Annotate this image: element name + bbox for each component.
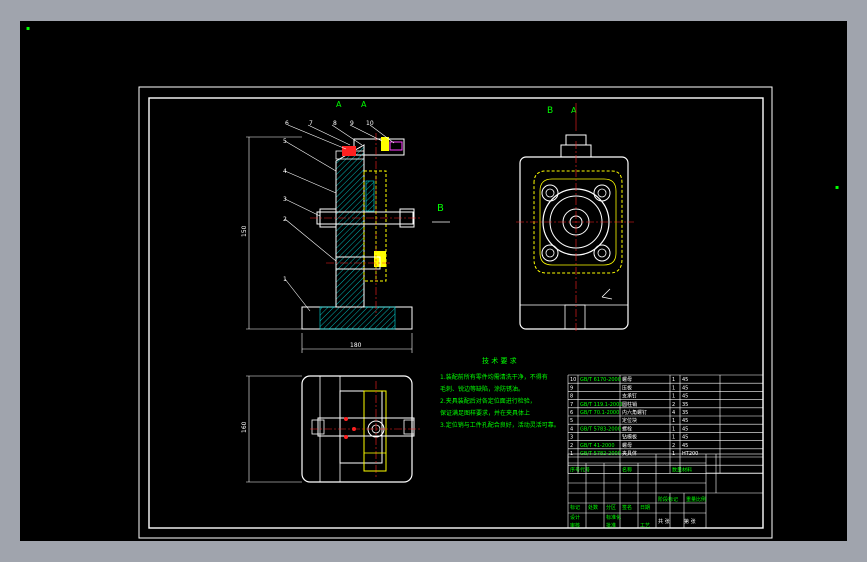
tb-design: 设计 xyxy=(570,514,580,521)
part-number-1: 1 xyxy=(283,276,287,283)
section-a-label-2: A xyxy=(361,100,367,109)
bom-cell: 45 xyxy=(682,426,688,432)
bom-cell: 3 xyxy=(570,435,573,441)
bom-cell: 45 xyxy=(682,435,688,441)
top-view: 160 xyxy=(241,375,420,483)
bom-cell: 1 xyxy=(672,418,675,424)
bom-cell: 1 xyxy=(672,435,675,441)
bom-cell: 2 xyxy=(672,402,675,408)
bom-cell: 45 xyxy=(682,418,688,424)
ucs-marker-right: ▪ xyxy=(835,184,839,191)
bom-cell: 圆柱销 xyxy=(622,401,637,408)
part-number-5: 5 xyxy=(283,138,287,145)
bom-cell: 1 xyxy=(672,385,675,391)
bom-cell: 35 xyxy=(682,402,688,408)
tb-mark: 标记 xyxy=(570,504,580,511)
bom-cell: 2 xyxy=(570,443,573,449)
tb-check: 审核 xyxy=(570,522,580,529)
section-a-label: A xyxy=(336,100,342,109)
bom-header-cell: 序号 xyxy=(570,466,580,473)
bom-cell: 螺栓 xyxy=(622,425,632,432)
bom-cell: 45 xyxy=(682,443,688,449)
cad-drawing-canvas[interactable]: ▪ ▪ A A 6 7 8 9 10 5 4 3 2 1 150 180 B B… xyxy=(20,21,847,541)
bom-cell: GB/T 6170-2000 xyxy=(580,377,621,383)
bom-cell: 螺母 xyxy=(622,442,632,449)
bom-cell: 支承钉 xyxy=(622,393,637,400)
bom-cell: 1 xyxy=(672,426,675,432)
dimension-width: 180 xyxy=(350,342,362,349)
part-number-3: 3 xyxy=(283,196,287,203)
bom-cell: 2 xyxy=(672,443,675,449)
tb-count: 处数 xyxy=(588,504,598,511)
bom-header-cell: 名称 xyxy=(622,466,632,473)
bom-cell: 45 xyxy=(682,394,688,400)
bom-cell: 4 xyxy=(570,426,573,432)
bom-cell: GB/T 5783-2000 xyxy=(580,426,621,432)
part-number-4: 4 xyxy=(283,168,287,175)
bom-cell: 内六角螺钉 xyxy=(622,409,647,416)
bom-cell: 6 xyxy=(570,410,573,416)
bom-header-cell: 代号 xyxy=(580,466,590,473)
bom-cell: 45 xyxy=(682,385,688,391)
bom-cell: 1 xyxy=(672,377,675,383)
bom-cell: 钻模板 xyxy=(622,434,637,441)
part-number-8: 8 xyxy=(333,120,337,127)
part-number-2: 2 xyxy=(283,216,287,223)
dimension-depth: 160 xyxy=(241,421,248,433)
notes-line-4: 保证满足图样要求，并在夹具体上 xyxy=(440,409,530,417)
ucs-marker-top: ▪ xyxy=(26,25,30,32)
bom-cell: 8 xyxy=(570,394,573,400)
tb-sheet-number: 第 张 xyxy=(684,518,696,525)
tb-date: 日期 xyxy=(640,505,650,511)
bom-cell: 1 xyxy=(672,394,675,400)
tb-stage: 阶段标记 xyxy=(658,496,678,503)
tb-standard: 标准化 xyxy=(606,514,621,521)
notes-title: 技 术 要 求 xyxy=(482,356,517,365)
bom-header-cell: 数量 xyxy=(672,466,682,473)
bom-cell: 5 xyxy=(570,418,573,424)
tb-sign: 签名 xyxy=(622,504,632,511)
tb-process: 工艺 xyxy=(640,523,650,529)
tb-total-sheets: 共 张 xyxy=(658,518,670,525)
technical-notes: 技 术 要 求 1.装配前所有零件均需清洗干净，不得有 毛刺、锐边等缺陷，涂防锈… xyxy=(440,356,560,429)
bom-cell: 45 xyxy=(682,377,688,383)
inner-frame xyxy=(148,97,764,529)
bom-cell: GB/T 70.1-2000 xyxy=(580,410,619,416)
bom-header-cell: 材料 xyxy=(682,466,692,473)
tb-weight: 重量 xyxy=(686,496,696,503)
notes-line-2: 毛刺、锐边等缺陷，涂防锈油。 xyxy=(440,385,524,393)
part-number-9: 9 xyxy=(350,120,354,127)
bom-cell: GB/T 41-2000 xyxy=(580,443,615,449)
bom-cell: GB/T 119.1-2000 xyxy=(580,402,622,408)
bom-cell: 压板 xyxy=(622,384,632,391)
dimension-height: 150 xyxy=(241,225,248,237)
bom-cell: 4 xyxy=(672,410,675,416)
front-section-view: A A 6 7 8 9 10 5 4 3 2 1 150 180 xyxy=(241,100,420,353)
section-b-label: B xyxy=(547,106,553,116)
bom-cell: 螺母 xyxy=(622,376,632,383)
bom-cell: 10 xyxy=(570,377,576,383)
notes-line-5: 3.定位销与工件孔配合良好，活动灵活可靠。 xyxy=(440,421,560,429)
side-view: B A xyxy=(516,103,634,331)
notes-line-3: 2.夹具装配后对各定位面进行检验， xyxy=(440,397,536,405)
section-b-callout: B xyxy=(437,203,444,214)
bom-cell: 9 xyxy=(570,385,573,391)
tb-zone: 分区 xyxy=(606,504,616,511)
bom-cell: 夹具体 xyxy=(622,450,637,457)
notes-line-1: 1.装配前所有零件均需清洗干净，不得有 xyxy=(440,373,548,381)
bom-cell: 7 xyxy=(570,402,573,408)
bom-cell: 定位块 xyxy=(622,417,637,424)
part-number-6: 6 xyxy=(285,120,289,127)
bom-cell: 35 xyxy=(682,410,688,416)
tb-approve: 批准 xyxy=(606,522,616,529)
drawing-svg: ▪ ▪ A A 6 7 8 9 10 5 4 3 2 1 150 180 B B… xyxy=(26,25,839,539)
part-number-7: 7 xyxy=(309,120,313,127)
bom-table: 10 GB/T 6170-2000 螺母 1 459 压板 1 458 支承钉 1 457 GB/T … xyxy=(567,374,764,474)
tb-scale: 比例 xyxy=(696,496,706,503)
part-number-10: 10 xyxy=(366,120,374,127)
